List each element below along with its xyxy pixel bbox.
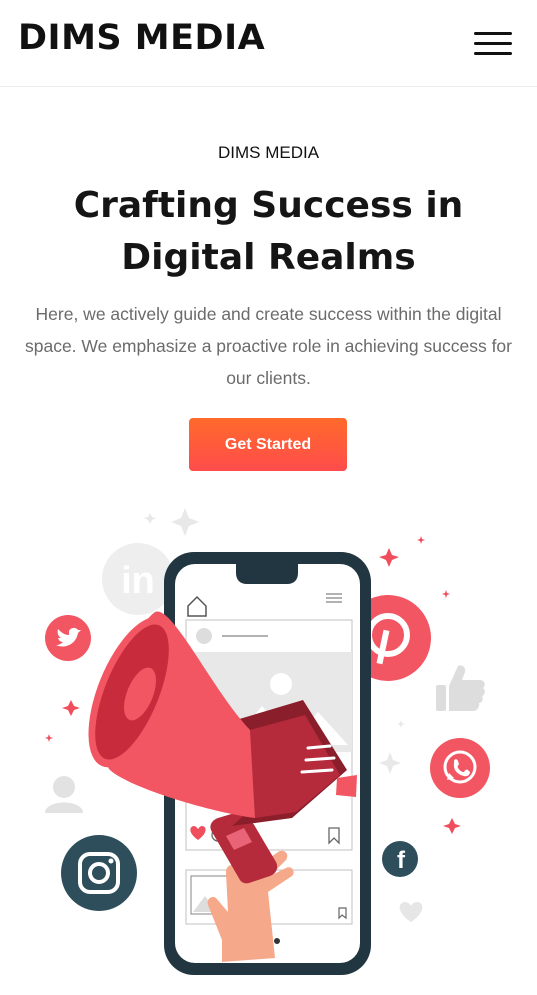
hero-eyebrow: DIMS MEDIA: [217, 143, 320, 162]
navbar: DIMS MEDIA: [0, 0, 537, 87]
hero-illustration: in f: [45, 508, 490, 975]
svg-text:in: in: [121, 560, 155, 602]
site-logo[interactable]: DIMS MEDIA: [18, 17, 265, 59]
svg-text:f: f: [397, 847, 406, 874]
heart-icon: [399, 902, 423, 922]
linkedin-icon: in: [102, 543, 174, 615]
menu-line: [474, 42, 512, 45]
facebook-icon: f: [382, 841, 418, 877]
user-icon: [45, 776, 83, 813]
get-started-button[interactable]: Get Started: [189, 418, 347, 471]
thumbs-up-icon: [436, 665, 485, 711]
menu-line: [474, 32, 512, 35]
hero-title: Crafting Success in Digital Realms: [73, 185, 464, 278]
instagram-icon: [61, 835, 137, 911]
hamburger-menu-icon[interactable]: [470, 28, 516, 60]
hero-description: Here, we actively guide and create succe…: [24, 304, 512, 388]
whatsapp-icon: [430, 738, 490, 798]
menu-line: [474, 52, 512, 55]
twitter-icon: [45, 615, 91, 661]
